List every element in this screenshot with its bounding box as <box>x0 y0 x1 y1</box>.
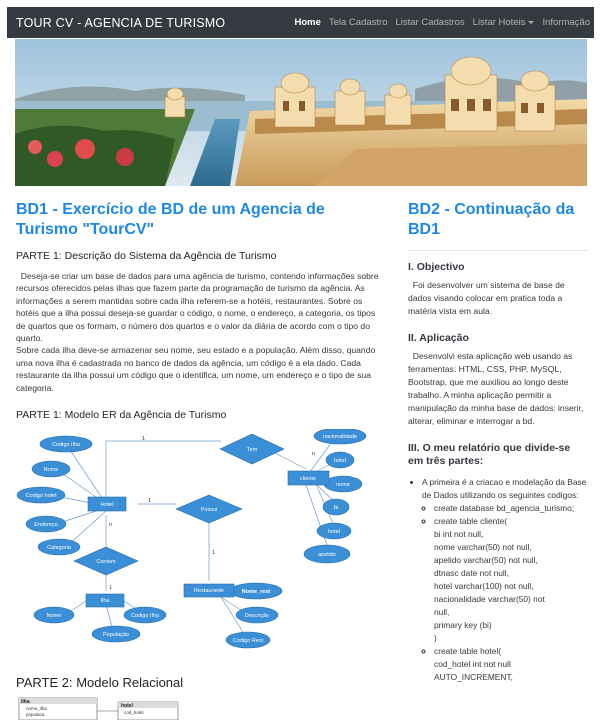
er-attr-descricao: Descrição <box>245 613 269 619</box>
code-line: apelido varchar(50) not null, <box>434 555 538 565</box>
paragraph-text: Desenvolvi esta aplicação web usando as … <box>408 351 584 426</box>
code-list: create database bd_agencia_turismo; crea… <box>422 502 588 684</box>
er-attr-ilha-codigo: Codigo Ilha <box>131 613 160 619</box>
code-item: create table cliente( bi int not null, n… <box>434 515 588 645</box>
er-attr-categoria: Categoria <box>47 545 72 551</box>
er-relation-possui: Possui <box>201 507 218 513</box>
er-attr-nacionalidade: nacionalidade <box>323 434 357 440</box>
nav-item-listar-cadastros[interactable]: Listar Cadastros <box>395 17 464 28</box>
chevron-down-icon <box>528 20 535 24</box>
part1-description-heading: PARTE 1: Descrição do Sistema da Agência… <box>16 250 277 262</box>
code-item: create table hotel( cod_hotel int not nu… <box>434 645 588 684</box>
hero-banner-image <box>15 39 587 186</box>
code-line: dtnasc date not null, <box>434 568 509 578</box>
navbar-brand[interactable]: TOUR CV - AGENCIA DE TURISMO <box>16 16 225 30</box>
navbar: TOUR CV - AGENCIA DE TURISMO Home Tela C… <box>7 7 594 38</box>
code-line: null, <box>434 607 450 617</box>
er-attr-cliente-hotel: hotel <box>328 529 340 535</box>
er-attr-endereco: Endereço <box>34 522 58 528</box>
code-line: nacionalidade varchar(50) not <box>434 594 545 604</box>
code-line: primary key (bi) <box>434 620 492 630</box>
er-card: 1 <box>142 436 145 442</box>
er-card: 1 <box>109 585 112 591</box>
right-column: BD2 - Continuação da BD1 I. Objectivo Fo… <box>408 200 588 684</box>
er-card: 1 <box>148 498 151 504</box>
er-card: 1 <box>212 550 215 556</box>
rel-field: nome_ilha <box>26 706 47 711</box>
nav-item-home[interactable]: Home <box>294 17 320 28</box>
code-line: create table hotel( <box>434 646 502 656</box>
aplicacao-heading: II. Aplicação <box>408 332 469 344</box>
objectivo-heading: I. Objectivo <box>408 261 465 273</box>
er-attr-nome: Nome <box>44 467 59 473</box>
er-entity-cliente: cliente <box>300 476 316 482</box>
section-title-bd2: BD2 - Continuação da BD1 <box>408 201 575 238</box>
nav-item-listar-hoteis[interactable]: Listar Hoteis <box>473 17 535 28</box>
rel-field: populaca <box>26 712 45 717</box>
part1-paragraph-2: Sobre cada ilha deve-se armazenar seu no… <box>16 345 376 393</box>
er-attr-apelido: apelido <box>318 552 336 558</box>
er-attr-codigo-ilha: Codigo Ilha <box>52 442 81 448</box>
objectivo-text: Foi desenvolver um sistema de base de da… <box>408 279 588 318</box>
code-line: AUTO_INCREMENT, <box>434 672 513 682</box>
relatorio-list: A primeira é a criacao e modelação da Ba… <box>408 476 588 684</box>
relational-model-diagram: ilha nome_ilha populaca hotel cod_hotel <box>18 697 180 727</box>
section-title-bd1: BD1 - Exercício de BD de um Agencia de T… <box>16 201 325 238</box>
aplicacao-text: Desenvolvi esta aplicação web usando as … <box>408 350 588 428</box>
nav-item-label: Listar Hoteis <box>472 17 526 28</box>
nav-item-informacao[interactable]: Informação <box>542 17 590 28</box>
code-line: ) <box>434 633 437 643</box>
nav-menu: Home Tela Cadastro Listar Cadastros List… <box>286 17 590 28</box>
er-entity-ilha: Ilha <box>101 598 111 604</box>
er-entity-hotel: Hotel <box>101 502 114 508</box>
er-card: n <box>109 522 112 528</box>
divider <box>408 250 588 251</box>
er-relation-tem: Tem <box>247 447 258 453</box>
er-heading: PARTE 1: Modelo ER da Agência de Turismo <box>16 409 227 422</box>
paragraph-text: Deseja-se criar um base de dados para um… <box>16 271 379 344</box>
part1-paragraph-1: Deseja-se criar um base de dados para um… <box>16 270 382 344</box>
list-item: A primeira é a criacao e modelação da Ba… <box>422 476 588 684</box>
er-entity-restaurante: Restaurante <box>194 588 224 594</box>
er-attr-populacao: População <box>103 632 129 638</box>
er-attr-cliente-nome: nome <box>336 482 350 488</box>
rel-field: cod_hotel <box>124 710 144 715</box>
er-relation-contem: Contem <box>96 559 116 565</box>
er-attr-nome-rest: Nome_rest <box>242 589 271 595</box>
nav-item-tela-cadastro[interactable]: Tela Cadastro <box>329 17 388 28</box>
code-line: hotel varchar(100) not null, <box>434 581 534 591</box>
code-line: cod_hotel int not null <box>434 659 511 669</box>
er-diagram: Codigo Ilha Nome Codigo hotel Endereço C… <box>16 427 368 654</box>
er-card: n <box>312 451 315 457</box>
paragraph-text: Foi desenvolver um sistema de base de da… <box>408 280 565 316</box>
rel-table-ilha: ilha <box>21 699 30 705</box>
code-item: create database bd_agencia_turismo; <box>434 502 588 515</box>
code-line: bi int not null, <box>434 529 484 539</box>
code-line: nome varchar(50) not null, <box>434 542 532 552</box>
er-attr-codigo-rest: Codigo Rest <box>233 638 264 644</box>
code-line: create table cliente( <box>434 516 508 526</box>
er-attr-ilha-nome: Nome <box>47 613 62 619</box>
relatorio-heading: III. O meu relatório que divide-se em tr… <box>408 442 571 467</box>
part2-heading: PARTE 2: Modelo Relacional <box>16 675 184 690</box>
er-attr-codigo-hotel: Codigo hotel <box>26 493 57 499</box>
left-column: BD1 - Exercício de BD de um Agencia de T… <box>16 200 382 654</box>
er-attr-hotel: hotel <box>334 458 346 464</box>
rel-table-hotel: hotel <box>121 703 134 709</box>
er-attr-bi: bi <box>334 505 338 511</box>
list-item-text: A primeira é a criacao e modelação da Ba… <box>422 477 587 500</box>
